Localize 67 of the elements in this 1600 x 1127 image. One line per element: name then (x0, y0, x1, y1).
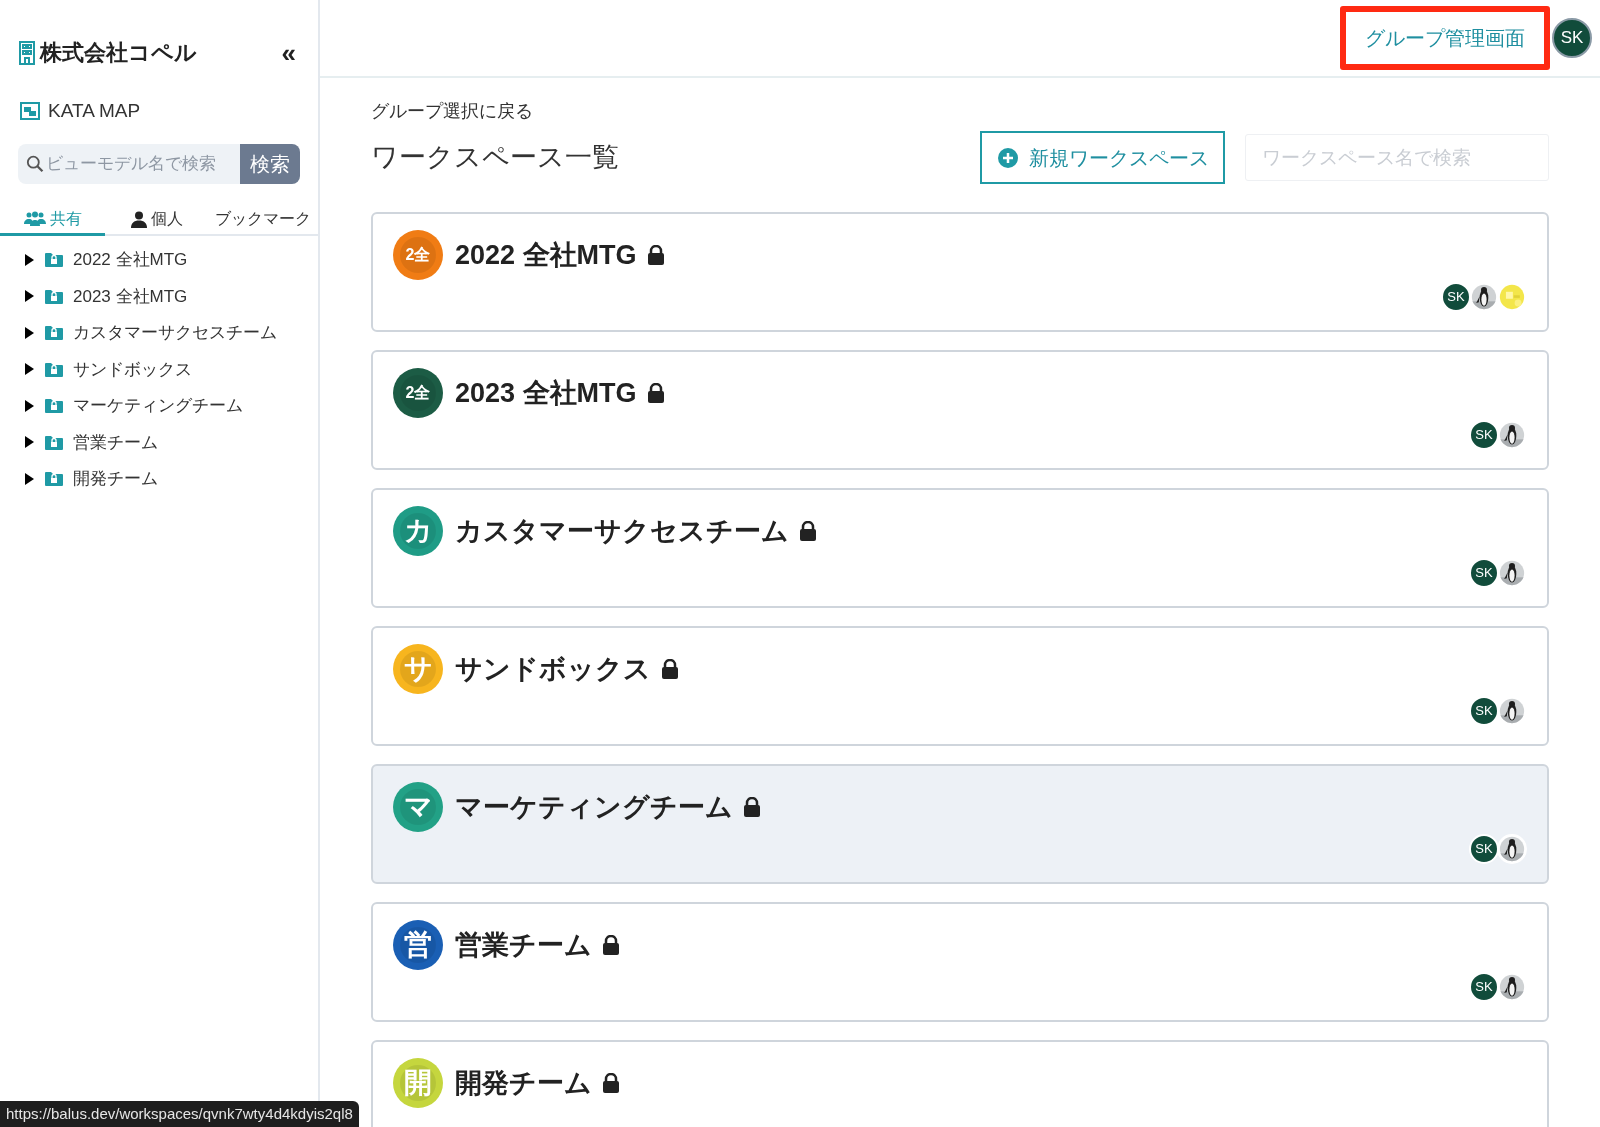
tree-item[interactable]: サンドボックス (73, 356, 192, 382)
tree-item[interactable]: 2023 全社MTG (73, 283, 188, 309)
building-icon (18, 40, 36, 65)
new-workspace-button[interactable]: 新規ワークスペース (980, 131, 1225, 184)
workspace-name: マーケティングチーム (455, 790, 733, 824)
company-name: 株式会社コペル (40, 39, 197, 67)
workspace-badge: 2全 (393, 230, 443, 280)
page-title: ワークスペース一覧 (371, 141, 619, 175)
workspace-badge: カ (393, 506, 443, 556)
member-avatar: SK (1441, 282, 1471, 312)
workspace-name: サンドボックス (455, 652, 651, 686)
locked-folder-icon (45, 252, 63, 268)
map-icon (20, 102, 40, 121)
locked-folder-icon (45, 434, 63, 450)
caret-right-icon[interactable] (25, 326, 35, 339)
search-field[interactable]: ビューモデル名で検索 (18, 143, 240, 184)
workspace-card[interactable]: マ マーケティングチーム SK (371, 764, 1549, 884)
search-icon (26, 153, 45, 174)
app-name[interactable]: KATA MAP (48, 97, 141, 126)
tab[interactable]: ブックマーク (208, 205, 318, 236)
member-avatar: SK (1469, 834, 1499, 864)
tree-item[interactable]: マーケティングチーム (73, 393, 243, 419)
people-icon (23, 211, 46, 227)
status-url: https://balus.dev/workspaces/qvnk7wty4d4kdyis2ql8 (0, 1101, 359, 1127)
member-avatar: SK (1469, 972, 1499, 1002)
locked-folder-icon (45, 361, 63, 377)
group-admin-link[interactable]: グループ管理画面 (1340, 6, 1550, 70)
workspace-card[interactable]: 2全 2022 全社MTG SK (371, 212, 1549, 332)
workspace-name: 営業チーム (455, 928, 592, 962)
caret-right-icon[interactable] (25, 290, 35, 303)
tree-item[interactable]: カスタマーサクセスチーム (73, 320, 277, 346)
back-link[interactable]: グループ選択に戻る (371, 98, 1549, 125)
locked-folder-icon (45, 325, 63, 341)
workspace-name: カスタマーサクセスチーム (455, 514, 789, 548)
workspace-name: 2022 全社MTG (455, 238, 637, 272)
tree-item[interactable]: 2022 全社MTG (73, 247, 188, 273)
tab[interactable]: 個人 (105, 205, 209, 236)
workspace-card[interactable]: 開 開発チーム (371, 1040, 1549, 1127)
workspace-name: 2023 全社MTG (455, 376, 637, 410)
workspace-badge: 営 (393, 920, 443, 970)
workspace-badge: 2全 (393, 368, 443, 418)
locked-folder-icon (45, 288, 63, 304)
caret-right-icon[interactable] (25, 363, 35, 376)
tree-item[interactable]: 開発チーム (73, 466, 158, 492)
workspace-card[interactable]: カ カスタマーサクセスチーム SK (371, 488, 1549, 608)
search-button[interactable]: 検索 (240, 143, 300, 184)
locked-folder-icon (45, 471, 63, 487)
member-avatar: SK (1469, 420, 1499, 450)
caret-right-icon[interactable] (25, 436, 35, 449)
caret-right-icon[interactable] (25, 253, 35, 266)
tree-item[interactable]: 営業チーム (73, 429, 158, 455)
caret-right-icon[interactable] (25, 399, 35, 412)
caret-right-icon[interactable] (25, 472, 35, 485)
workspace-name: 開発チーム (455, 1066, 592, 1100)
workspace-badge: サ (393, 644, 443, 694)
workspace-badge: 開 (393, 1058, 443, 1108)
person-icon (131, 210, 147, 228)
user-avatar[interactable]: SK (1552, 18, 1592, 58)
member-avatar: SK (1469, 558, 1499, 588)
plus-icon (996, 146, 1019, 169)
locked-folder-icon (45, 398, 63, 414)
workspace-card[interactable]: サ サンドボックス SK (371, 626, 1549, 746)
workspace-card[interactable]: 営 営業チーム SK (371, 902, 1549, 1022)
collapse-button[interactable]: « (281, 39, 296, 66)
workspace-card[interactable]: 2全 2023 全社MTG SK (371, 350, 1549, 470)
member-avatar: SK (1469, 696, 1499, 726)
workspace-badge: マ (393, 782, 443, 832)
